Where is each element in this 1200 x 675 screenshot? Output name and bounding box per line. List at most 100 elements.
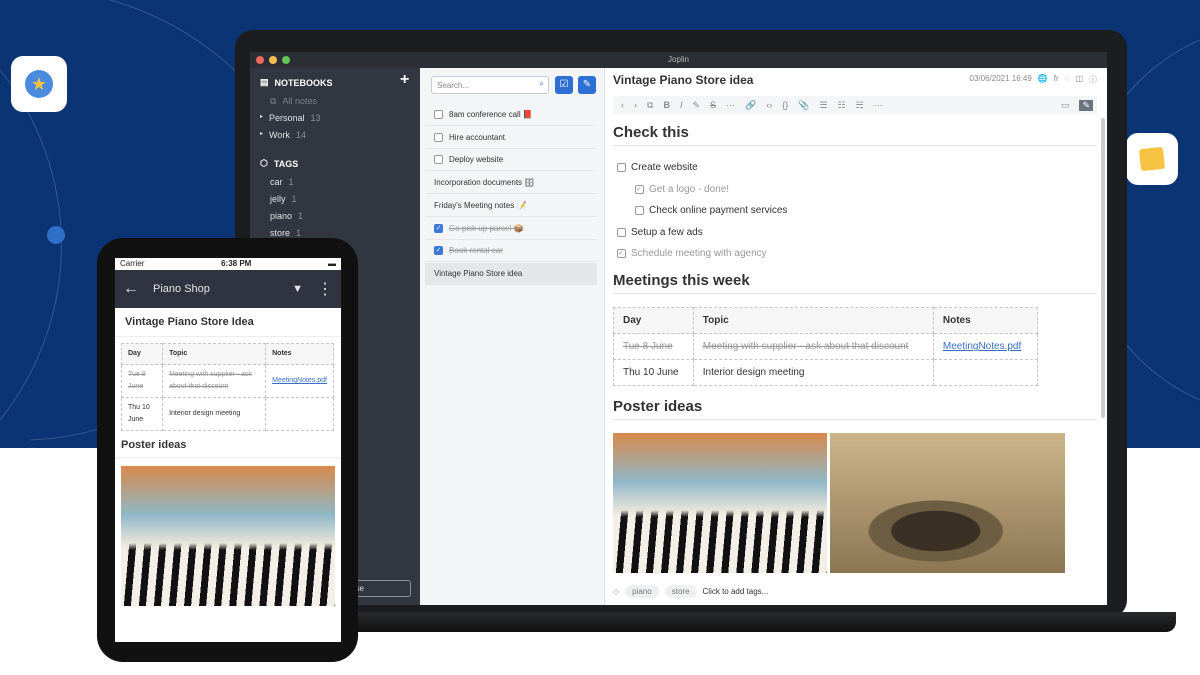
sidebar-tag-store[interactable]: store 1 (270, 228, 301, 238)
note-list-item[interactable]: Incorporation documents 🗄 (425, 172, 597, 195)
checklist-checkbox[interactable]: ✓ (617, 249, 626, 258)
minimize-window-button[interactable] (269, 56, 277, 64)
table-cell: Meeting with supplier - ask about that d… (162, 364, 267, 398)
meeting-notes-link[interactable]: MeetingNotes.pdf (943, 341, 1021, 352)
checklist-icon[interactable]: ☵ (856, 100, 864, 111)
checklist-checkbox[interactable] (617, 228, 626, 237)
more-icon[interactable]: ··· (874, 100, 883, 110)
meeting-notes-link[interactable]: MeetingNotes.pdf (272, 377, 327, 384)
checklist-checkbox[interactable] (617, 163, 626, 172)
note-title: 8am conference call 📕 (449, 110, 533, 119)
strikethrough-icon[interactable]: S (710, 100, 716, 110)
mobile-heading-poster[interactable]: Poster ideas (115, 437, 341, 458)
attach-icon[interactable]: 📎 (798, 100, 809, 111)
forward-icon[interactable]: › (634, 100, 637, 110)
note-list-item[interactable]: Deploy website (425, 149, 597, 172)
laptop-base (230, 612, 1176, 632)
globe-icon[interactable]: 🌐 (1038, 74, 1048, 85)
expand-icon: ▸ (260, 131, 264, 137)
numbered-list-icon[interactable]: ☷ (838, 100, 846, 111)
tag-label: car (270, 177, 283, 187)
todo-checkbox[interactable] (434, 132, 443, 142)
tag-count: 1 (288, 177, 294, 187)
alarm-icon[interactable]: ◌ (1065, 74, 1070, 85)
checklist-label: Create website (631, 162, 698, 173)
bullet-list-icon[interactable]: ☰ (819, 100, 827, 111)
sidebar-item-personal[interactable]: ▸ Personal 13 (260, 113, 321, 123)
todo-checkbox[interactable]: ✓ (434, 223, 443, 233)
checklist-item: Create website (617, 162, 698, 173)
notebooks-header[interactable]: ▤ NOTEBOOKS (260, 77, 333, 88)
add-tags-button[interactable]: Click to add tags... (703, 587, 769, 596)
bold-icon[interactable]: B (663, 100, 670, 110)
sidebar-tag-car[interactable]: car 1 (270, 177, 294, 187)
note-list-item[interactable]: Friday's Meeting notes 📝 (425, 195, 597, 217)
new-todo-button[interactable]: ☑ (555, 76, 573, 94)
notebook-count: 13 (310, 113, 321, 123)
toggle-markdown-icon[interactable]: ▭ (1061, 100, 1070, 111)
external-edit-icon[interactable]: ⧉ (647, 100, 653, 111)
more-icon[interactable]: ··· (726, 100, 735, 110)
menu-icon[interactable]: ⋮ (317, 279, 333, 299)
search-icon: ⌕ (539, 79, 544, 88)
note-title: Go pick up parcel 📦 (449, 223, 524, 233)
editor-scrollbar[interactable] (1101, 118, 1105, 418)
todo-checkbox[interactable] (434, 110, 443, 119)
back-arrow-icon[interactable]: ← (123, 280, 139, 298)
add-notebook-button[interactable]: + (400, 71, 409, 89)
dropdown-icon[interactable]: ▼ (292, 283, 303, 295)
layout-icon[interactable]: ◫ (1075, 74, 1083, 85)
tag-bar: ◇ piano store Click to add tags... (613, 585, 768, 598)
tag-count: 1 (296, 228, 302, 238)
note-meta: 03/06/2021 16:49 🌐 fr ◌ ◫ ⓘ (970, 74, 1097, 85)
tags-header[interactable]: ⬡ TAGS (260, 158, 298, 169)
checklist-checkbox[interactable] (635, 206, 644, 215)
heading-meetings: Meetings this week (613, 272, 1097, 294)
tags-label: TAGS (273, 158, 299, 169)
highlight-icon[interactable]: ✎ (692, 100, 700, 111)
checklist-item: Setup a few ads (617, 227, 703, 238)
checklist-label: Check online payment services (649, 205, 788, 216)
notebook-name: Piano Shop (153, 283, 210, 295)
note-list-item[interactable]: Vintage Piano Store idea (425, 262, 597, 285)
note-list-item[interactable]: ✓ Go pick up parcel 📦 (425, 218, 597, 240)
note-title[interactable]: Vintage Piano Store idea (613, 73, 753, 87)
note-title: Incorporation documents 🗄 (434, 178, 535, 188)
status-bar: Carrier 6:38 PM ▬ (115, 258, 341, 270)
checklist-checkbox[interactable]: ✓ (635, 185, 644, 194)
link-icon[interactable]: 🔗 (745, 100, 756, 111)
maximize-window-button[interactable] (282, 56, 290, 64)
table-cell: Interior design meeting (692, 359, 934, 386)
code-icon[interactable]: ‹› (766, 100, 772, 110)
note-list-item[interactable]: ✓ Book rental car (425, 240, 597, 263)
todo-checkbox[interactable]: ✓ (434, 246, 443, 256)
code-block-icon[interactable]: {} (782, 100, 788, 110)
sidebar-tag-jelly[interactable]: jelly 1 (270, 194, 297, 204)
sidebar-tag-piano[interactable]: piano 1 (270, 211, 303, 221)
note-list: Search... ⌕ ☑ ✎ 8am conference call 📕 Hire… (420, 68, 605, 605)
tag-chip[interactable]: piano (625, 585, 659, 598)
clock: 6:38 PM (221, 259, 252, 268)
sidebar-item-work[interactable]: ▸ Work 14 (260, 130, 306, 140)
note-list-item[interactable]: 8am conference call 📕 (425, 104, 597, 126)
back-icon[interactable]: ‹ (621, 100, 624, 110)
sidebar-item-all-notes[interactable]: ⧉ All notes (270, 96, 317, 107)
info-icon[interactable]: ⓘ (1089, 74, 1097, 85)
toggle-editor-icon[interactable]: ✎ (1079, 99, 1093, 111)
checkbox-icon: ☑ (559, 79, 569, 90)
new-note-button[interactable]: ✎ (578, 76, 596, 94)
search-input[interactable]: Search... ⌕ (431, 76, 549, 94)
decorative-arc (0, 69, 62, 421)
table-cell: Tue 8 June (613, 333, 694, 360)
note-list-item[interactable]: Hire accountant (425, 127, 597, 149)
table-header: Topic (162, 343, 267, 365)
todo-checkbox[interactable] (434, 155, 443, 165)
close-window-button[interactable] (256, 56, 264, 64)
italic-icon[interactable]: I (680, 100, 683, 110)
note-date: 03/06/2021 16:49 (969, 74, 1032, 83)
note-editor: Vintage Piano Store idea 03/06/2021 16:4… (605, 68, 1107, 605)
notebook-label: Personal (269, 113, 305, 123)
tag-chip[interactable]: store (664, 585, 697, 598)
table-header: Topic (692, 307, 934, 334)
language-label[interactable]: fr (1054, 74, 1059, 85)
